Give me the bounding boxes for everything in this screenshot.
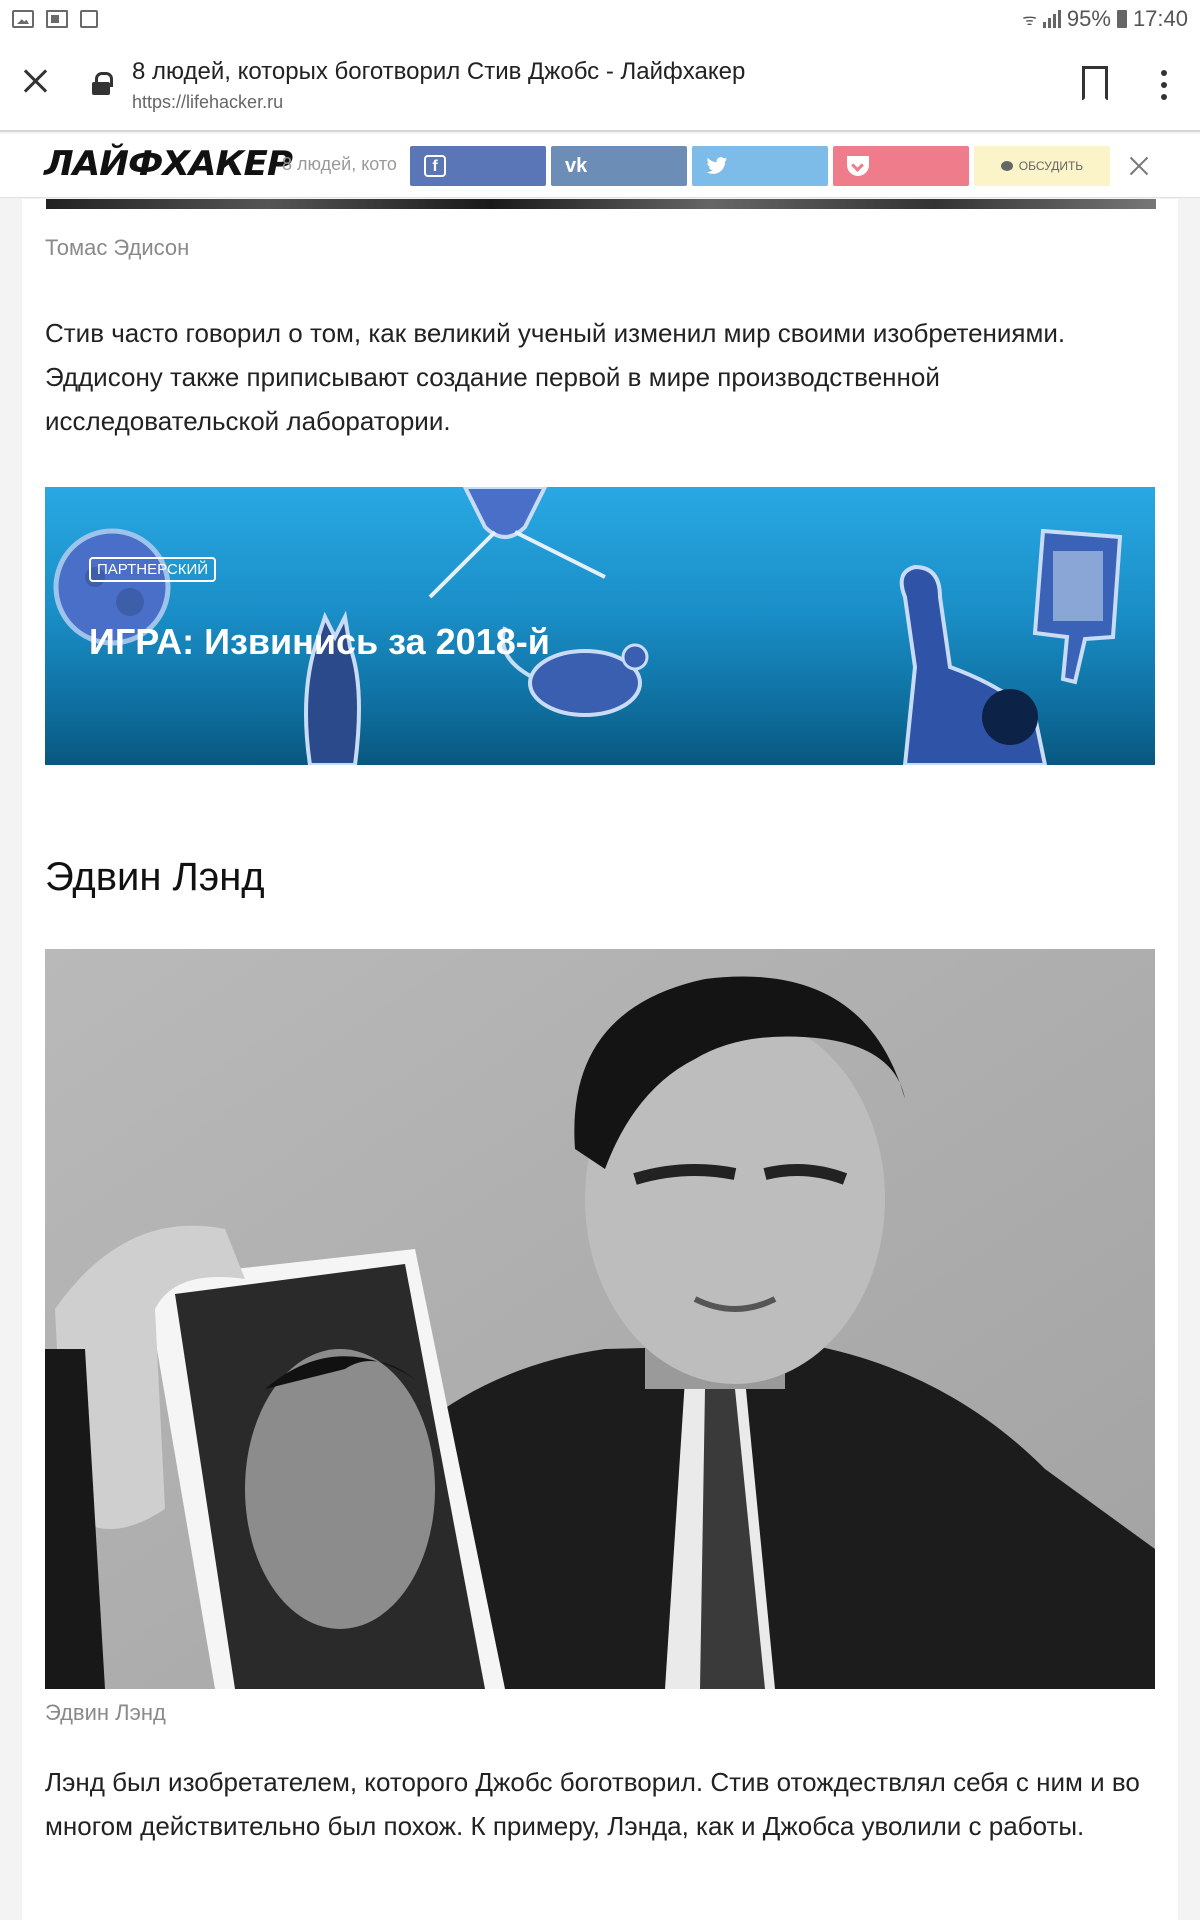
screenshot-icon [80, 10, 98, 28]
battery-percent: 95% [1066, 6, 1111, 31]
image-caption: Эдвин Лэнд [45, 1700, 166, 1725]
partner-badge: ПАРТНЕРСКИЙ [89, 557, 217, 582]
article: Томас Эдисон Стив часто говорил о том, к… [22, 199, 1178, 1920]
twitter-icon [706, 157, 728, 174]
browser-toolbar: 8 людей, которых боготворил Стив Джобс -… [0, 38, 1200, 132]
notification-icons [12, 10, 98, 28]
wifi-icon: ᯤ [1022, 12, 1037, 29]
share-facebook-button[interactable]: f [410, 146, 546, 186]
more-menu-icon[interactable] [1160, 70, 1168, 100]
paragraph: Лэнд был изобретателем, которого Джобс б… [45, 1767, 1140, 1841]
close-sharebar-icon[interactable] [1128, 154, 1150, 176]
discuss-label: ОБСУДИТЬ [1018, 159, 1084, 173]
bookmark-icon[interactable] [1082, 66, 1108, 100]
paragraph: Стив часто говорил о том, как великий уч… [45, 318, 1066, 436]
clock: 17:40 [1132, 6, 1188, 31]
close-tab-icon[interactable] [20, 66, 50, 96]
flipboard-icon [46, 10, 68, 28]
vk-icon: vk [565, 154, 588, 177]
article-photo[interactable] [45, 949, 1155, 1689]
status-bar: ᯤ 95% 17:40 [0, 0, 1200, 38]
edwin-land-photo [45, 949, 1155, 1689]
lock-icon[interactable] [92, 72, 113, 95]
article-teaser: 8 людей, кото [282, 154, 397, 174]
pocket-icon [847, 156, 869, 176]
section-heading: Эдвин Лэнд [45, 855, 265, 899]
facebook-icon: f [424, 155, 446, 177]
discuss-button[interactable]: ОБСУДИТЬ [974, 146, 1110, 186]
page-title[interactable]: 8 людей, которых боготворил Стив Джобс -… [132, 58, 745, 86]
share-pocket-button[interactable] [833, 146, 969, 186]
signal-icon [1042, 10, 1061, 28]
image-caption: Томас Эдисон [45, 235, 190, 260]
site-logo[interactable]: ЛАЙФХАКЕР [44, 144, 293, 184]
banner-title[interactable]: ИГРА: Извинись за 2018-й [89, 621, 550, 663]
edison-photo-bottom [46, 199, 1156, 209]
gallery-icon [12, 10, 34, 28]
battery-icon [1116, 10, 1127, 28]
page-url[interactable]: https://lifehacker.ru [132, 92, 283, 113]
share-twitter-button[interactable] [692, 146, 828, 186]
comment-icon [1000, 161, 1013, 171]
site-header: ЛАЙФХАКЕР 8 людей, кото f vk ОБСУДИТЬ [0, 134, 1200, 198]
partner-banner[interactable]: ПАРТНЕРСКИЙ ИГРА: Извинись за 2018-й [45, 487, 1155, 765]
share-vk-button[interactable]: vk [551, 146, 687, 186]
